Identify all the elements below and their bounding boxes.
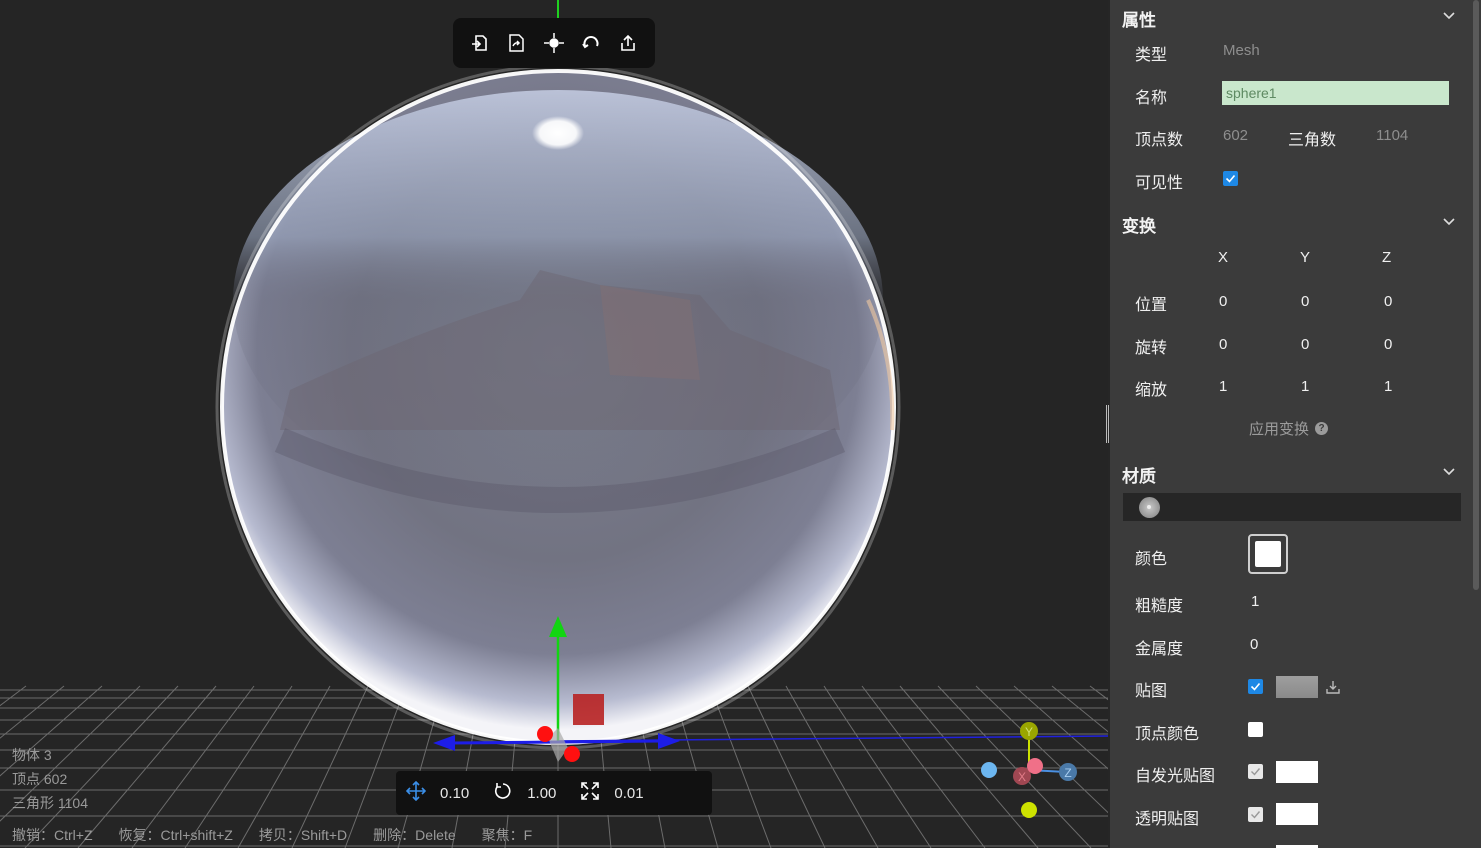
axis-x-header: X xyxy=(1218,249,1229,266)
chevron-down-icon[interactable] xyxy=(1442,464,1456,484)
metalness-value[interactable]: 0 xyxy=(1250,636,1258,653)
scene-stats: 物体 3 顶点 602 三角形 1104 xyxy=(12,743,88,815)
roughness-value[interactable]: 1 xyxy=(1251,593,1259,610)
scale-z[interactable]: 1 xyxy=(1384,378,1392,395)
shortcut-copy: 拷贝：Shift+D xyxy=(258,827,348,843)
apply-transform-button[interactable]: 应用变换 ? xyxy=(1249,418,1329,439)
shortcut-hints: 撤销：Ctrl+Z 恢复：Ctrl+shift+Z 拷贝：Shift+D 删除：… xyxy=(12,825,532,845)
chevron-down-icon[interactable] xyxy=(1442,8,1456,28)
material-title: 材质 xyxy=(1122,466,1156,486)
transform-section-header[interactable]: 变换 xyxy=(1122,209,1456,239)
scale-x[interactable]: 1 xyxy=(1219,378,1227,395)
rotation-z[interactable]: 0 xyxy=(1384,336,1392,353)
triangle-count-value: 1104 xyxy=(1376,127,1409,144)
shortcut-focus: 聚焦：F xyxy=(481,827,533,843)
position-label: 位置 xyxy=(1135,297,1168,314)
color-picker[interactable] xyxy=(1248,534,1288,574)
import-icon[interactable] xyxy=(467,30,493,56)
material-section-header[interactable]: 材质 xyxy=(1122,459,1456,489)
visibility-checkbox[interactable] xyxy=(1223,171,1238,186)
alpha-map-label: 透明贴图 xyxy=(1135,811,1200,828)
translate-snap-value[interactable]: 0.10 xyxy=(440,785,469,802)
visibility-label: 可见性 xyxy=(1135,175,1184,192)
position-x[interactable]: 0 xyxy=(1219,293,1227,310)
map-checkbox[interactable] xyxy=(1248,679,1263,694)
scale-y[interactable]: 1 xyxy=(1301,378,1309,395)
emissive-map-label: 自发光贴图 xyxy=(1135,768,1216,785)
roughness-label: 粗糙度 xyxy=(1135,598,1184,615)
scale-snap[interactable]: 0.01 xyxy=(580,781,644,805)
object-count: 物体 3 xyxy=(12,747,52,763)
inspector-panel: 属性 类型 Mesh 名称 顶点数 602 三角数 1104 可见性 变换 X … xyxy=(1110,0,1481,848)
vertex-count-value: 602 xyxy=(1223,127,1249,144)
position-z[interactable]: 0 xyxy=(1384,293,1392,310)
rotate-icon xyxy=(493,781,513,805)
name-label: 名称 xyxy=(1135,90,1168,107)
apply-transform-label: 应用变换 xyxy=(1249,421,1310,438)
properties-title: 属性 xyxy=(1122,10,1156,30)
viewport-toolbar xyxy=(453,18,655,68)
axis-z-header: Z xyxy=(1382,249,1392,266)
plane-handle[interactable] xyxy=(573,694,604,725)
triangle-count: 三角形 1104 xyxy=(12,795,88,811)
material-preview-icon[interactable] xyxy=(1139,497,1160,518)
focus-center-icon[interactable] xyxy=(541,30,567,56)
rotation-x[interactable]: 0 xyxy=(1219,336,1227,353)
shortcut-delete: 删除：Delete xyxy=(373,827,456,843)
gizmo-z-label: Z xyxy=(1064,766,1071,780)
properties-section-header[interactable]: 属性 xyxy=(1122,3,1456,33)
download-icon[interactable] xyxy=(1325,679,1341,700)
map-texture-thumbnail[interactable] xyxy=(1276,676,1318,698)
translate-snap[interactable]: 0.10 xyxy=(405,780,469,805)
z-arrow-right-handle[interactable] xyxy=(658,733,680,749)
vertex-count-label: 顶点数 xyxy=(1135,132,1184,149)
scale-label: 缩放 xyxy=(1135,382,1168,399)
chevron-down-icon[interactable] xyxy=(1442,214,1456,234)
rotation-label: 旋转 xyxy=(1135,340,1168,357)
x-handle[interactable] xyxy=(537,726,553,742)
alpha-map-checkbox[interactable] xyxy=(1248,807,1263,822)
gizmo-x-label: X xyxy=(1018,770,1026,784)
emissive-map-checkbox[interactable] xyxy=(1248,764,1263,779)
scale-snap-value[interactable]: 0.01 xyxy=(614,785,643,802)
panel-resize-handle[interactable] xyxy=(1106,405,1109,443)
material-selector[interactable] xyxy=(1123,493,1461,521)
snap-settings-bar: 0.10 1.00 0.01 xyxy=(396,771,712,815)
help-icon[interactable]: ? xyxy=(1315,422,1329,435)
axis-y-header: Y xyxy=(1300,249,1311,266)
gizmo-y-label: Y xyxy=(1025,725,1033,739)
type-label: 类型 xyxy=(1135,47,1168,64)
export-icon[interactable] xyxy=(615,30,641,56)
shortcut-redo: 恢复：Ctrl+shift+Z xyxy=(118,827,233,843)
shortcut-undo: 撤销：Ctrl+Z xyxy=(12,827,93,843)
scene-canvas[interactable]: Y Z X xyxy=(0,0,1108,848)
emissive-map-thumbnail[interactable] xyxy=(1276,761,1318,783)
z-arrow-left-handle[interactable] xyxy=(433,735,455,751)
metalness-label: 金属度 xyxy=(1135,641,1184,658)
rotate-snap[interactable]: 1.00 xyxy=(493,781,556,805)
vertex-color-label: 顶点颜色 xyxy=(1135,726,1200,743)
x-handle-2[interactable] xyxy=(564,746,580,762)
panel-scrollbar[interactable] xyxy=(1473,0,1479,590)
color-label: 颜色 xyxy=(1135,551,1168,568)
move-icon xyxy=(405,780,427,805)
alpha-map-thumbnail[interactable] xyxy=(1276,803,1318,825)
rotate-snap-value[interactable]: 1.00 xyxy=(527,785,556,802)
vertex-count: 顶点 602 xyxy=(12,771,68,787)
vertex-color-checkbox[interactable] xyxy=(1248,722,1263,737)
triangle-count-label: 三角数 xyxy=(1288,132,1337,149)
replace-icon[interactable] xyxy=(504,30,530,56)
name-field[interactable] xyxy=(1222,81,1449,105)
scale-icon xyxy=(580,781,600,805)
map-label: 贴图 xyxy=(1135,683,1168,700)
transform-title: 变换 xyxy=(1122,216,1156,236)
position-y[interactable]: 0 xyxy=(1301,293,1309,310)
rotation-y[interactable]: 0 xyxy=(1301,336,1309,353)
reset-icon[interactable] xyxy=(578,30,604,56)
3d-viewport[interactable]: Y Z X 物体 3 顶点 602 三角形 1104 0.10 1.00 0.0… xyxy=(0,0,1108,848)
type-value: Mesh xyxy=(1223,42,1260,59)
